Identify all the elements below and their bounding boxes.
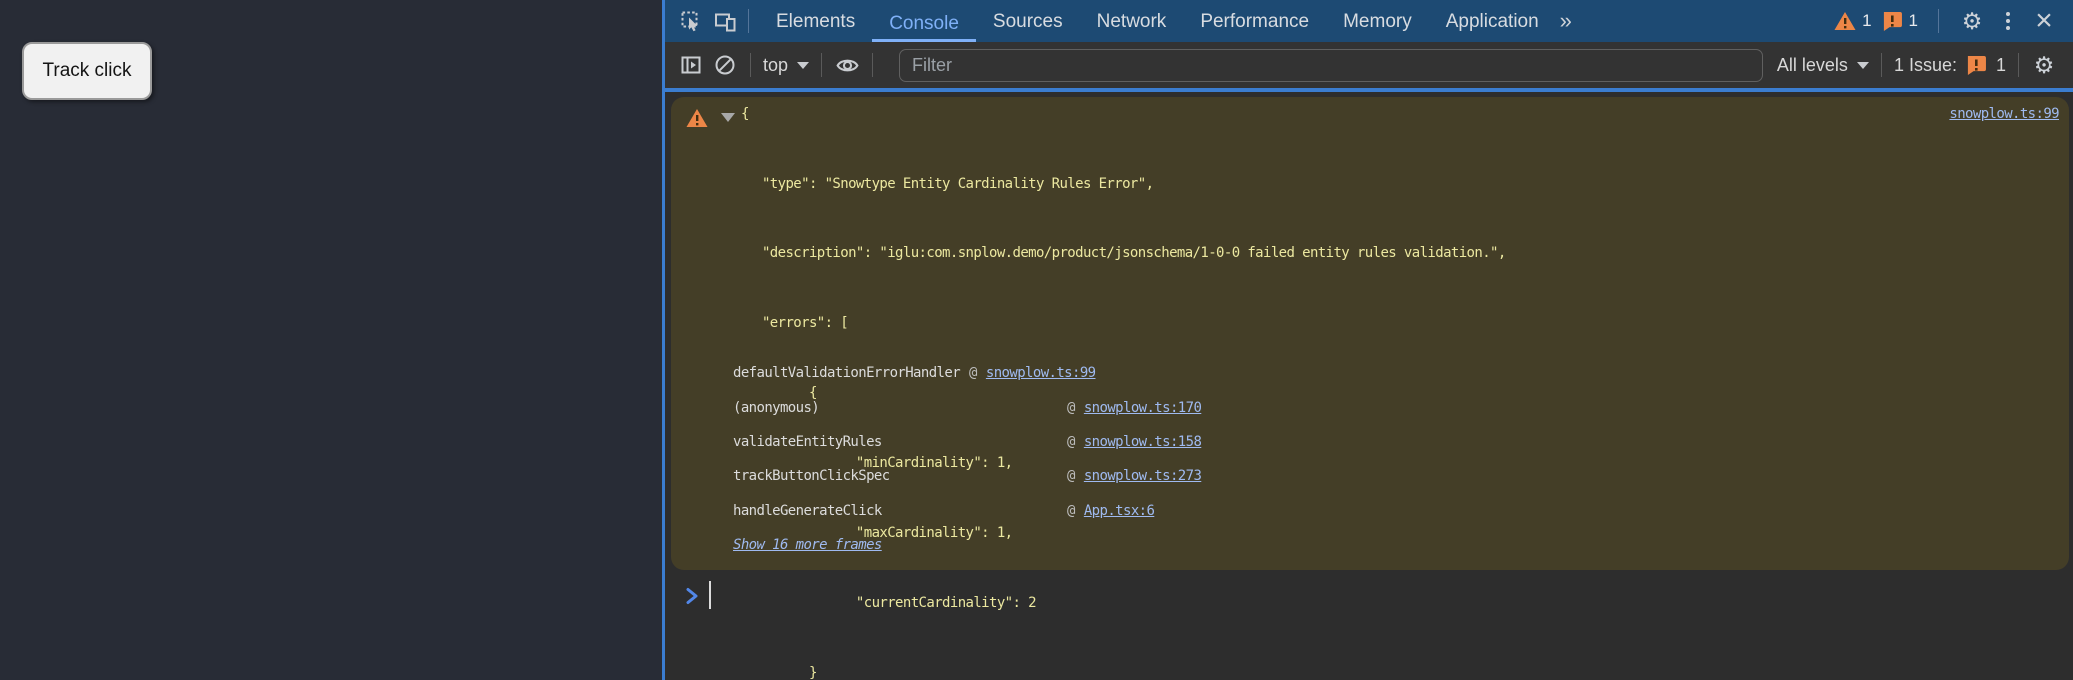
stack-trace: defaultValidationErrorHandler @ snowplow… <box>733 356 2057 562</box>
at-symbol: @ <box>1067 502 1075 519</box>
at-symbol: @ <box>969 365 977 382</box>
warning-triangle-icon <box>1834 12 1856 30</box>
frame-function: handleGenerateClick <box>733 502 882 519</box>
issue-bubble-icon <box>1967 55 1986 75</box>
issues-counter[interactable]: 1 Issue: 1 <box>1894 55 2006 76</box>
frame-source-link[interactable]: snowplow.ts:273 <box>1084 468 1202 484</box>
console-settings-gear-icon[interactable]: ⚙ <box>2031 52 2057 78</box>
at-symbol: @ <box>1067 433 1075 450</box>
show-more-frames-row: Show 16 more frames <box>733 528 2057 562</box>
source-location-link[interactable]: snowplow.ts:99 <box>1949 106 2059 122</box>
tab-console[interactable]: Console <box>872 0 976 42</box>
devtools-panel: Elements Console Sources Network Perform… <box>662 0 2073 680</box>
live-expression-eye-icon[interactable] <box>834 52 860 78</box>
console-toolbar: top All levels 1 Issue: <box>665 42 2073 88</box>
console-prompt[interactable] <box>665 578 2073 616</box>
separator <box>750 53 751 77</box>
context-selector-label: top <box>763 54 789 75</box>
console-warning-message: { snowplow.ts:99 "type": "Snowtype Entit… <box>671 97 2069 680</box>
log-levels-label: All levels <box>1776 54 1848 75</box>
settings-gear-icon[interactable]: ⚙ <box>1959 8 1985 34</box>
json-line: "errors": [ <box>715 315 849 332</box>
separator <box>1880 53 1882 77</box>
stack-frame: defaultValidationErrorHandler @ snowplow… <box>733 356 2057 390</box>
chevron-down-icon <box>1856 61 1869 69</box>
more-tabs-icon[interactable]: » <box>1560 8 1572 34</box>
frame-function: (anonymous) <box>733 399 820 416</box>
tab-memory[interactable]: Memory <box>1326 0 1429 42</box>
chevron-down-icon <box>797 61 810 69</box>
stack-frame: validateEntityRules @ snowplow.ts:158 <box>733 425 2057 459</box>
stack-frame: trackButtonClickSpec @ snowplow.ts:273 <box>733 459 2057 493</box>
tab-application[interactable]: Application <box>1429 0 1556 42</box>
filter-input[interactable] <box>899 48 1763 82</box>
issue-bubble-icon <box>1883 11 1902 31</box>
console-sidebar-icon[interactable] <box>678 52 704 78</box>
issues-count: 1 <box>1995 54 2006 75</box>
warnings-badge[interactable]: 1 <box>1834 11 1872 31</box>
tab-network[interactable]: Network <box>1080 0 1184 42</box>
device-toolbar-icon[interactable] <box>712 8 738 34</box>
warning-triangle-icon <box>686 109 708 127</box>
inspect-element-icon[interactable] <box>678 8 704 34</box>
show-more-frames-link[interactable]: Show 16 more frames <box>733 537 882 553</box>
separator <box>872 53 874 77</box>
json-line: } <box>715 664 817 680</box>
issue-count: 1 <box>1908 11 1918 30</box>
stack-frame: (anonymous) @ snowplow.ts:170 <box>733 390 2057 424</box>
collapse-expander-icon[interactable] <box>721 113 735 122</box>
separator <box>821 53 823 77</box>
browser-page-viewport: Track click <box>0 0 662 680</box>
frame-source-link[interactable]: snowplow.ts:99 <box>986 365 1096 381</box>
frame-source-link[interactable]: snowplow.ts:158 <box>1084 434 1202 450</box>
screenshot-stage: Track click Elements Console Sources Net… <box>0 0 2073 680</box>
stack-frame: handleGenerateClick @ App.tsx:6 <box>733 494 2057 528</box>
devtools-tabbar: Elements Console Sources Network Perform… <box>665 0 2073 42</box>
console-messages-area[interactable]: { snowplow.ts:99 "type": "Snowtype Entit… <box>665 92 2073 680</box>
context-selector[interactable]: top <box>763 54 810 76</box>
tab-elements[interactable]: Elements <box>759 0 872 42</box>
separator <box>2018 53 2019 77</box>
issues-badge[interactable]: 1 <box>1882 11 1918 32</box>
json-open-brace: { <box>741 106 749 122</box>
close-devtools-icon[interactable]: × <box>2031 6 2057 36</box>
separator <box>1938 9 1939 33</box>
separator <box>748 9 749 33</box>
clear-console-icon[interactable] <box>712 52 738 78</box>
more-options-icon[interactable] <box>1995 8 2021 34</box>
track-click-button[interactable]: Track click <box>22 42 152 100</box>
json-line: "description": "iglu:com.snplow.demo/pro… <box>715 245 1506 262</box>
prompt-chevron-icon <box>686 588 698 604</box>
frame-function: validateEntityRules <box>733 433 882 450</box>
tab-performance[interactable]: Performance <box>1183 0 1326 42</box>
text-cursor <box>709 581 711 609</box>
frame-source-link[interactable]: snowplow.ts:170 <box>1084 400 1202 416</box>
tab-sources[interactable]: Sources <box>976 0 1080 42</box>
frame-function: defaultValidationErrorHandler <box>733 365 961 382</box>
at-symbol: @ <box>1067 399 1075 416</box>
warning-count: 1 <box>1862 11 1872 30</box>
issues-label: 1 Issue: <box>1893 54 1957 75</box>
json-line: "type": "Snowtype Entity Cardinality Rul… <box>715 175 1154 192</box>
at-symbol: @ <box>1067 468 1075 485</box>
tabbar-right-cluster: 1 1 ⚙ × <box>1834 6 2057 36</box>
frame-source-link[interactable]: App.tsx:6 <box>1084 503 1155 519</box>
log-levels-selector[interactable]: All levels <box>1777 55 1869 76</box>
frame-function: trackButtonClickSpec <box>733 468 890 485</box>
